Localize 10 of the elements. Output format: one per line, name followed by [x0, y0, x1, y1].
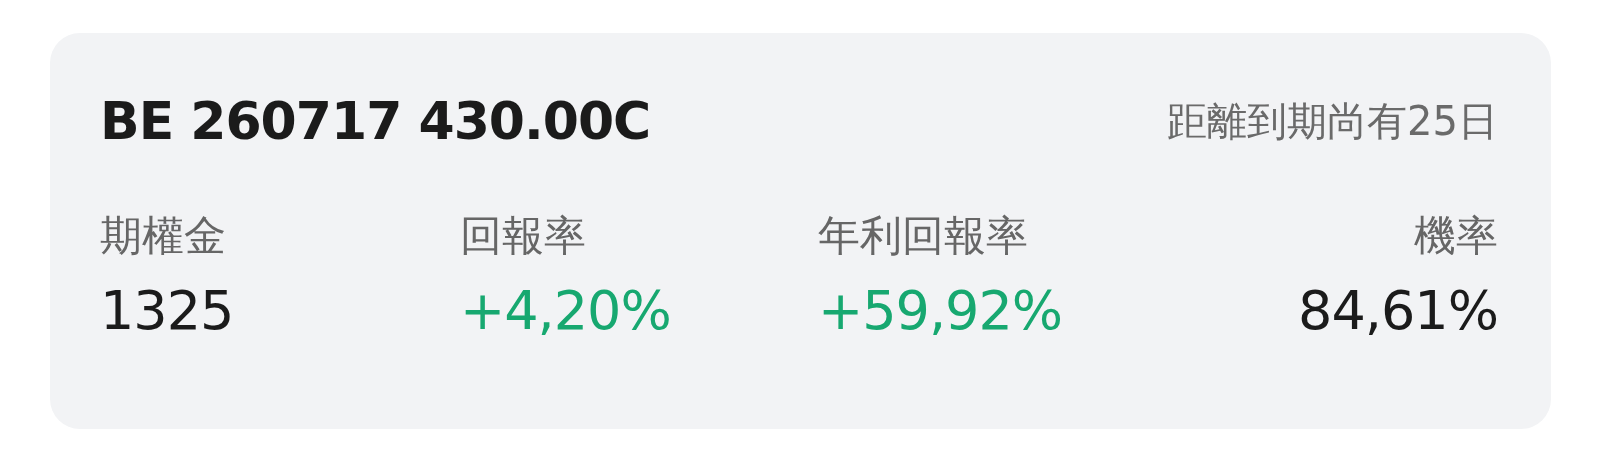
metric-label: 回報率 — [460, 213, 586, 260]
contract-title: BE 260717 430.00C — [100, 91, 651, 151]
expiry-countdown: 距離到期尚有25日 — [1167, 96, 1498, 146]
metric-label: 年利回報率 — [818, 213, 1028, 260]
metric-value: +59,92% — [818, 281, 1063, 341]
metric-value: 1325 — [100, 281, 234, 341]
metric-value: 84,61% — [1298, 281, 1498, 341]
metric-label: 機率 — [1414, 213, 1498, 260]
metric-label: 期權金 — [100, 213, 226, 260]
metric-value: +4,20% — [460, 281, 671, 341]
